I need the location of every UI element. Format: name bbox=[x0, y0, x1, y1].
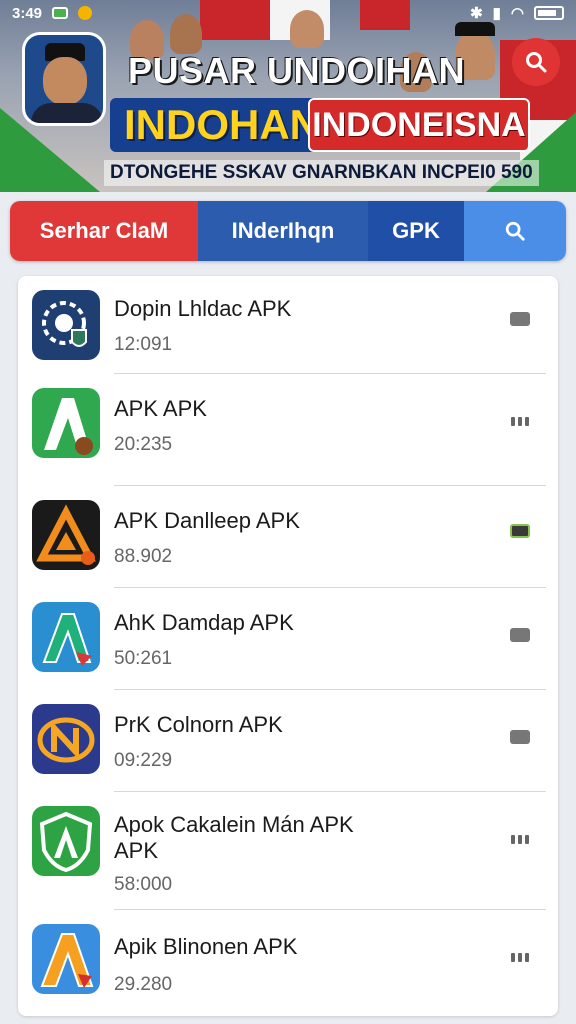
app-name: PrK Colnorn APK bbox=[114, 712, 283, 737]
signal-icon: ▮ bbox=[492, 5, 501, 22]
list-item[interactable]: AhK Damdap APK 50:261 bbox=[18, 588, 558, 690]
tab-search-button[interactable] bbox=[464, 201, 566, 261]
more-options-icon[interactable] bbox=[510, 730, 530, 744]
banner-tag-red: INDONEISNA bbox=[308, 98, 530, 152]
app-size: 29.280 bbox=[114, 974, 173, 995]
battery-icon bbox=[534, 6, 564, 20]
list-item[interactable]: Apik Blinonen APK 29.280 bbox=[18, 910, 558, 1016]
green-shield-a-icon bbox=[32, 806, 100, 876]
app-notification-icon bbox=[78, 6, 93, 20]
search-icon bbox=[505, 221, 525, 241]
header-banner: 3:49 ✱ ▮ ◠ PUSAR UNDOIHAN INDOHAN INDONE… bbox=[0, 0, 576, 192]
more-options-icon[interactable] bbox=[510, 950, 530, 964]
app-name: APK Danlleep APK bbox=[114, 508, 300, 533]
teal-a-icon bbox=[32, 602, 100, 672]
wifi-icon: ◠ bbox=[510, 5, 524, 22]
shield-gear-icon bbox=[32, 290, 100, 360]
app-name: APK APK bbox=[114, 396, 207, 421]
tab-apk[interactable]: GPK bbox=[368, 201, 464, 261]
app-name: Apok Cakalein Mán APK APK bbox=[114, 812, 354, 863]
page-title: PUSAR UNDOIHAN bbox=[128, 50, 466, 91]
search-icon bbox=[526, 52, 547, 73]
app-size: 20:235 bbox=[114, 434, 173, 455]
banner-tag-yellow-text: INDOHAN bbox=[124, 101, 320, 148]
app-size: 58:000 bbox=[114, 874, 173, 895]
more-options-icon[interactable] bbox=[510, 832, 530, 846]
tab-search-claim[interactable]: Serhar CIaM bbox=[10, 201, 198, 261]
app-size: 50:261 bbox=[114, 648, 173, 669]
app-size: 09:229 bbox=[114, 750, 173, 771]
app-size: 88.902 bbox=[114, 546, 173, 567]
banner-tag-yellow: INDOHAN bbox=[110, 98, 334, 152]
app-size: 12:091 bbox=[114, 334, 173, 355]
bluetooth-icon: ✱ bbox=[470, 5, 483, 22]
notification-icon bbox=[52, 7, 69, 19]
list-item[interactable]: APK APK 20:235 bbox=[18, 374, 558, 486]
header-search-button[interactable] bbox=[512, 38, 560, 86]
app-list: Dopin Lhldac APK 12:091 APK APK 20:235 A… bbox=[18, 276, 558, 1016]
green-a-icon bbox=[32, 388, 100, 458]
orange-a-icon bbox=[32, 924, 100, 994]
orange-n-icon bbox=[32, 704, 100, 774]
more-options-icon[interactable] bbox=[510, 628, 530, 642]
status-time: 3:49 bbox=[12, 4, 43, 22]
app-name: AhK Damdap APK bbox=[114, 610, 294, 635]
banner-tag-red-text: INDONEISNA bbox=[312, 105, 526, 144]
more-options-icon[interactable] bbox=[510, 312, 530, 326]
avatar bbox=[22, 32, 106, 126]
more-options-icon[interactable] bbox=[510, 414, 530, 428]
banner-subtitle: DTONGEHE SSKAV GNARNBKAN INCPEI0 590 bbox=[104, 160, 539, 186]
list-item[interactable]: Apok Cakalein Mán APK APK 58:000 bbox=[18, 792, 558, 910]
tab-bar: Serhar CIaM INderIhqn GPK bbox=[10, 201, 566, 261]
tab-category[interactable]: INderIhqn bbox=[198, 201, 368, 261]
status-bar: 3:49 ✱ ▮ ◠ bbox=[0, 0, 576, 26]
list-item[interactable]: PrK Colnorn APK 09:229 bbox=[18, 690, 558, 792]
more-options-icon[interactable] bbox=[510, 524, 530, 538]
list-item[interactable]: APK Danlleep APK 88.902 bbox=[18, 486, 558, 588]
app-name: Dopin Lhldac APK bbox=[114, 296, 292, 321]
orange-triangle-icon bbox=[32, 500, 100, 570]
app-name: Apik Blinonen APK bbox=[114, 934, 298, 959]
list-item[interactable]: Dopin Lhldac APK 12:091 bbox=[18, 276, 558, 374]
